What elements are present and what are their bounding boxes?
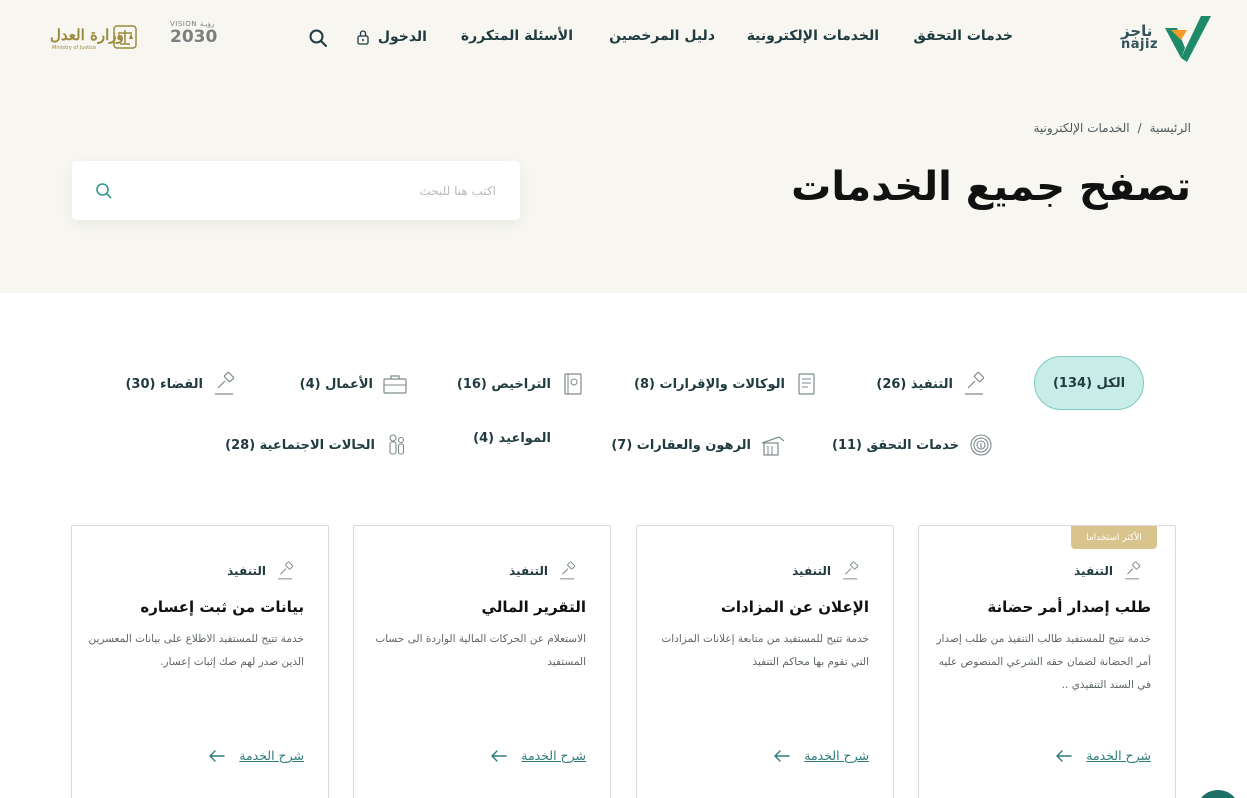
filter-mortgages-label: الرهون والعقارات (7) <box>611 437 751 453</box>
page-title: تصفح جميع الخدمات <box>791 164 1191 210</box>
filter-execution-label: التنفيذ (26) <box>876 376 953 392</box>
filter-appointments-label: المواعيد (4) <box>473 431 551 446</box>
card-link-label: شرح الخدمة <box>1086 748 1151 763</box>
building-icon <box>761 436 785 456</box>
filter-social[interactable]: الحالات الاجتماعية (28) <box>225 431 411 459</box>
arrow-left-icon <box>209 749 225 762</box>
filter-execution[interactable]: التنفيذ (26) <box>876 370 989 398</box>
ministry-of-justice-logo: وزارة العدل Ministry of Justice <box>50 22 140 56</box>
card-description: خدمة تتيح للمستفيد من متابعة إعلانات الم… <box>661 633 869 668</box>
gavel-icon <box>215 371 235 395</box>
service-explanation-link[interactable]: شرح الخدمة <box>209 748 304 763</box>
filter-agencies-label: الوكالات والإقرارات (8) <box>634 376 785 392</box>
filter-verification[interactable]: خدمات التحقق (11) <box>832 431 995 459</box>
login-label: الدخول <box>377 29 427 45</box>
breadcrumb-home[interactable]: الرئيسية <box>1150 121 1191 135</box>
login-link[interactable]: الدخول <box>356 29 427 45</box>
card-title: طلب إصدار أمر حضانة <box>987 598 1151 616</box>
scales-emblem-icon <box>113 25 137 49</box>
filter-verification-label: خدمات التحقق (11) <box>832 437 959 453</box>
site-header: ناجز najiz خدمات التحقق الخدمات الإلكترو… <box>0 0 1247 80</box>
service-explanation-link[interactable]: شرح الخدمة <box>491 748 586 763</box>
filter-licenses-label: التراخيص (16) <box>456 376 551 392</box>
vision-2030-logo: VISION رؤيـة 2030 <box>170 20 220 56</box>
family-icon <box>389 434 405 455</box>
fingerprint-icon <box>970 434 992 456</box>
nav-verification-services[interactable]: خدمات التحقق <box>913 28 1013 44</box>
najiz-logo[interactable]: ناجز najiz <box>1121 12 1213 64</box>
najiz-check-icon <box>1165 16 1211 62</box>
filter-business[interactable]: الأعمال (4) <box>300 370 409 398</box>
filter-social-label: الحالات الاجتماعية (28) <box>225 437 375 453</box>
breadcrumb: الرئيسية / الخدمات الإلكترونية <box>1033 121 1191 135</box>
nav-faq[interactable]: الأسئلة المتكررة <box>461 28 573 44</box>
arrow-left-icon <box>491 749 507 762</box>
gavel-icon <box>560 561 576 580</box>
filter-all[interactable]: الكل (134) <box>1034 356 1144 410</box>
card-category: التنفيذ <box>792 560 863 582</box>
card-description: خدمة تتيح للمستفيد طالب التنفيذ من طلب إ… <box>936 633 1151 691</box>
service-card[interactable]: التنفيذ الإعلان عن المزادات خدمة تتيح لل… <box>636 525 894 798</box>
card-link-label: شرح الخدمة <box>239 748 304 763</box>
card-description: الاستعلام عن الحركات المالية الواردة الى… <box>375 633 586 668</box>
filter-judiciary-label: القضاء (30) <box>125 376 203 392</box>
card-category: التنفيذ <box>227 560 298 582</box>
logo-text-en: najiz <box>1121 37 1159 52</box>
card-category: التنفيذ <box>1074 560 1145 582</box>
gavel-icon <box>278 561 294 580</box>
vision-year: 2030 <box>170 27 218 47</box>
briefcase-icon <box>383 375 407 394</box>
service-card[interactable]: الأكثر استخداما التنفيذ طلب إصدار أمر حض… <box>918 525 1176 798</box>
card-link-label: شرح الخدمة <box>804 748 869 763</box>
breadcrumb-current: الخدمات الإلكترونية <box>1033 121 1130 135</box>
gavel-icon <box>843 561 859 580</box>
hero-section: الرئيسية / الخدمات الإلكترونية تصفح جميع… <box>0 80 1247 293</box>
service-explanation-link[interactable]: شرح الخدمة <box>1056 748 1151 763</box>
card-title: التقرير المالي <box>481 598 586 616</box>
service-card[interactable]: التنفيذ التقرير المالي الاستعلام عن الحر… <box>353 525 611 798</box>
card-category: التنفيذ <box>509 560 580 582</box>
filter-appointments[interactable]: المواعيد (4) <box>473 431 551 446</box>
arrow-left-icon <box>1056 749 1072 762</box>
card-category-label: التنفيذ <box>1074 564 1113 578</box>
most-used-badge: الأكثر استخداما <box>1071 526 1157 549</box>
license-book-icon <box>564 373 582 395</box>
logo-wordmark: ناجز najiz <box>1121 24 1158 52</box>
lock-icon <box>357 30 369 45</box>
services-search-input[interactable] <box>166 179 496 203</box>
gavel-icon <box>965 371 985 395</box>
floating-chat-button[interactable] <box>1196 790 1240 798</box>
card-category-label: التنفيذ <box>509 564 548 578</box>
breadcrumb-separator: / <box>1137 121 1142 135</box>
arrow-left-icon <box>774 749 790 762</box>
moj-name-en: Ministry of Justice <box>52 45 97 51</box>
card-link-label: شرح الخدمة <box>521 748 586 763</box>
search-icon[interactable] <box>94 181 114 201</box>
service-explanation-link[interactable]: شرح الخدمة <box>774 748 869 763</box>
card-title: الإعلان عن المزادات <box>720 598 869 616</box>
card-description: خدمة تتيح للمستفيد الاطلاع على بيانات ال… <box>88 633 304 668</box>
document-icon <box>798 373 815 395</box>
services-search-box <box>72 161 520 220</box>
gavel-icon <box>1125 561 1141 580</box>
filter-judiciary[interactable]: القضاء (30) <box>125 370 239 398</box>
card-title: بيانات من ثبت إعساره <box>140 598 304 616</box>
header-search-icon[interactable] <box>308 28 328 48</box>
filter-agencies[interactable]: الوكالات والإقرارات (8) <box>634 370 821 398</box>
filter-business-label: الأعمال (4) <box>299 376 373 392</box>
card-category-label: التنفيذ <box>227 564 266 578</box>
filter-licenses[interactable]: التراخيص (16) <box>457 370 587 398</box>
nav-eservices[interactable]: الخدمات الإلكترونية <box>747 28 879 44</box>
filter-mortgages[interactable]: الرهون والعقارات (7) <box>611 431 787 459</box>
service-card[interactable]: التنفيذ بيانات من ثبت إعساره خدمة تتيح ل… <box>71 525 329 798</box>
nav-licensees-guide[interactable]: دليل المرخصين <box>609 28 715 44</box>
card-category-label: التنفيذ <box>792 564 831 578</box>
